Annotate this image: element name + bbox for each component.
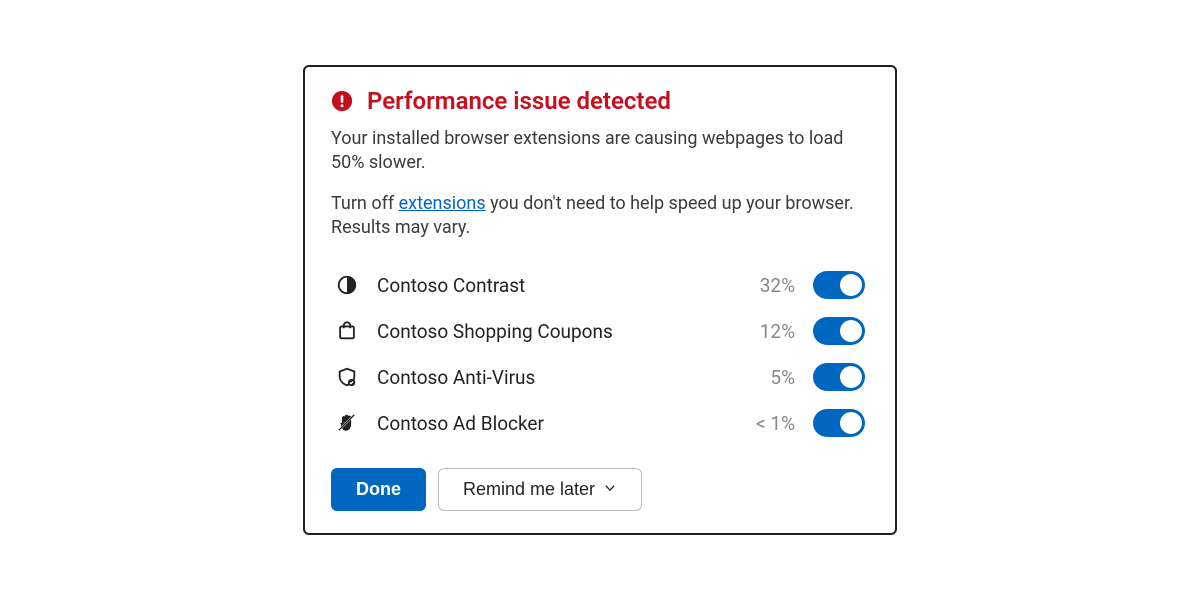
chevron-down-icon bbox=[603, 479, 617, 500]
extension-list: Contoso Contrast 32% Contoso Shopping Co… bbox=[331, 262, 869, 446]
extension-toggle[interactable] bbox=[813, 363, 865, 391]
extension-row: Contoso Shopping Coupons 12% bbox=[331, 308, 869, 354]
extension-impact: 12% bbox=[739, 320, 795, 343]
shield-icon bbox=[335, 365, 359, 389]
extension-row: Contoso Anti-Virus 5% bbox=[331, 354, 869, 400]
dialog-body-1: Your installed browser extensions are ca… bbox=[331, 127, 869, 176]
remind-later-label: Remind me later bbox=[463, 479, 595, 500]
extension-toggle[interactable] bbox=[813, 317, 865, 345]
extension-name: Contoso Contrast bbox=[377, 274, 721, 297]
alert-icon bbox=[331, 90, 353, 112]
shopping-icon bbox=[335, 319, 359, 343]
extension-name: Contoso Anti-Virus bbox=[377, 366, 721, 389]
extensions-link[interactable]: extensions bbox=[399, 193, 486, 214]
dialog-footer: Done Remind me later bbox=[331, 468, 869, 511]
extension-impact: < 1% bbox=[739, 412, 795, 435]
extension-row: Contoso Ad Blocker < 1% bbox=[331, 400, 869, 446]
extension-toggle[interactable] bbox=[813, 409, 865, 437]
extension-row: Contoso Contrast 32% bbox=[331, 262, 869, 308]
extension-toggle[interactable] bbox=[813, 271, 865, 299]
extension-impact: 32% bbox=[739, 274, 795, 297]
extension-name: Contoso Shopping Coupons bbox=[377, 320, 721, 343]
body-text-pre: Turn off bbox=[331, 193, 399, 214]
dialog-body-2: Turn off extensions you don't need to he… bbox=[331, 192, 869, 241]
remind-later-button[interactable]: Remind me later bbox=[438, 468, 642, 511]
block-hand-icon bbox=[335, 411, 359, 435]
extension-impact: 5% bbox=[739, 366, 795, 389]
extension-name: Contoso Ad Blocker bbox=[377, 412, 721, 435]
performance-dialog: Performance issue detected Your installe… bbox=[303, 65, 897, 535]
dialog-header: Performance issue detected bbox=[331, 87, 869, 115]
done-button[interactable]: Done bbox=[331, 468, 426, 511]
contrast-icon bbox=[335, 273, 359, 297]
dialog-title: Performance issue detected bbox=[367, 87, 671, 115]
